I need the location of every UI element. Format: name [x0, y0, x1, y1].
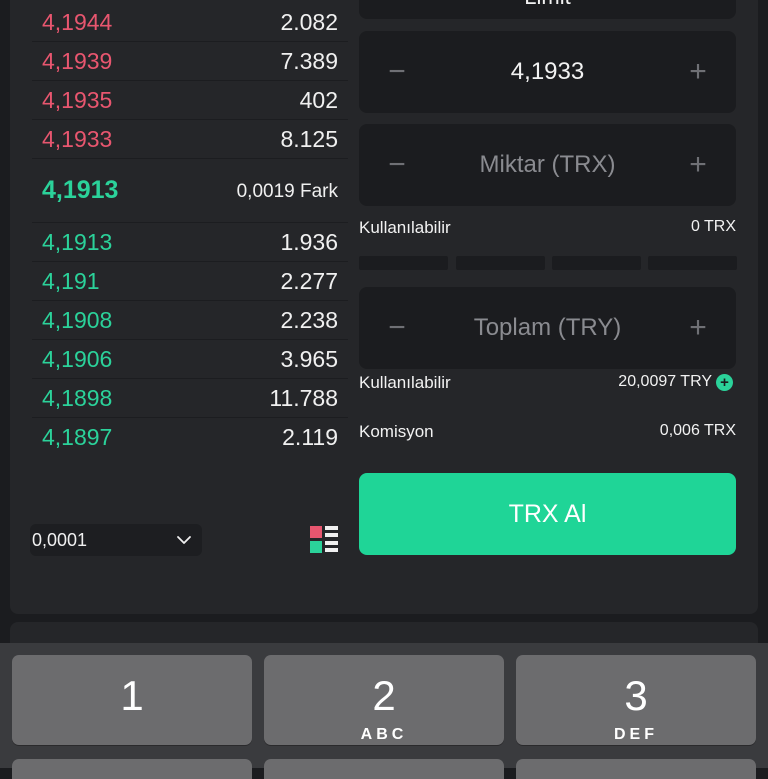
price-field[interactable]: − 4,1933 + [359, 31, 736, 113]
percent-slider-segment[interactable] [456, 256, 545, 270]
key-number: 2 [372, 672, 396, 719]
ask-row[interactable]: 4,1939 7.389 [32, 41, 348, 81]
chevron-down-icon [177, 536, 191, 544]
available-trx-value: 0 TRX [690, 218, 736, 235]
bid-amount: 2.277 [280, 268, 338, 294]
amount-field[interactable]: − Miktar (TRX) + [359, 124, 736, 206]
bid-price: 4,1897 [42, 424, 113, 450]
bid-row[interactable]: 4,1906 3.965 [32, 339, 348, 379]
price-increment-button[interactable]: + [668, 31, 728, 113]
key-6[interactable] [516, 759, 756, 779]
amount-decrement-button[interactable]: − [367, 124, 427, 206]
last-price-row: 4,1913 0,0019 Fark [32, 160, 348, 223]
available-trx-row: Kullanılabilir 0 TRX [359, 216, 736, 240]
ask-row[interactable]: 4,1933 8.125 [32, 119, 348, 159]
ask-row[interactable]: 4,1935 402 [32, 80, 348, 120]
commission-value: 0,006 TRX [659, 422, 736, 439]
key-1[interactable]: 1 [12, 655, 252, 745]
bid-amount: 1.936 [280, 229, 338, 255]
ask-amount: 7.389 [280, 48, 338, 74]
key-5[interactable] [264, 759, 504, 779]
bid-price: 4,1913 [42, 229, 113, 255]
price-input[interactable]: 4,1933 [439, 31, 656, 113]
bid-price: 4,1906 [42, 346, 113, 372]
total-field[interactable]: − Toplam (TRY) + [359, 287, 736, 369]
bid-row[interactable]: 4,191 2.277 [32, 261, 348, 301]
ask-amount: 402 [299, 87, 338, 113]
key-letters: ABC [360, 726, 408, 743]
order-type-label: Limit [359, 0, 736, 10]
amount-increment-button[interactable]: + [668, 124, 728, 206]
ask-amount: 2.082 [280, 9, 338, 35]
amount-input[interactable]: Miktar (TRX) [439, 124, 656, 206]
key-number: 1 [120, 672, 144, 719]
numeric-keyboard: 1 2 ABC 3 DEF [0, 643, 768, 779]
buy-button[interactable]: TRX Al [359, 473, 736, 555]
commission-row: Komisyon 0,006 TRX [359, 420, 736, 444]
price-step-dropdown[interactable]: 0,0001 [30, 524, 202, 556]
key-3[interactable]: 3 DEF [516, 655, 756, 745]
bid-amount: 2.119 [282, 424, 338, 450]
commission-label: Komisyon [359, 422, 434, 441]
available-label: Kullanılabilir [359, 373, 451, 392]
price-decrement-button[interactable]: − [367, 31, 427, 113]
ask-price: 4,1944 [42, 9, 113, 35]
available-label: Kullanılabilir [359, 218, 451, 237]
total-increment-button[interactable]: + [668, 287, 728, 369]
bid-row[interactable]: 4,1908 2.238 [32, 300, 348, 340]
percent-slider-segment[interactable] [359, 256, 448, 270]
bid-amount: 2.238 [280, 307, 338, 333]
bid-price: 4,1908 [42, 307, 113, 333]
bid-row[interactable]: 4,1897 2.119 [32, 417, 348, 456]
last-price: 4,1913 [42, 176, 119, 204]
ask-price: 4,1935 [42, 87, 113, 113]
key-4[interactable] [12, 759, 252, 779]
deposit-plus-icon[interactable]: + [716, 374, 733, 391]
key-2[interactable]: 2 ABC [264, 655, 504, 745]
available-try-value: 20,0097 TRY [618, 373, 712, 390]
bid-price: 4,1898 [42, 385, 113, 411]
key-number: 3 [624, 672, 648, 719]
order-type-select[interactable]: Limit [359, 0, 736, 19]
ask-price: 4,1933 [42, 126, 113, 152]
total-input[interactable]: Toplam (TRY) [439, 287, 656, 369]
percent-slider-segment[interactable] [552, 256, 641, 270]
bid-row[interactable]: 4,1913 1.936 [32, 222, 348, 262]
bid-amount: 3.965 [280, 346, 338, 372]
total-decrement-button[interactable]: − [367, 287, 427, 369]
percent-slider-segment[interactable] [648, 256, 737, 270]
ask-row[interactable]: 4,1944 2.082 [32, 2, 348, 42]
bid-row[interactable]: 4,1898 11.788 [32, 378, 348, 418]
orderbook-layout-icon[interactable] [310, 526, 338, 554]
available-try-row: Kullanılabilir 20,0097 TRY + [359, 371, 736, 395]
spread-value: 0,0019 Fark [236, 181, 338, 202]
bid-amount: 11.788 [269, 385, 338, 411]
key-letters: DEF [614, 726, 658, 743]
ask-price: 4,1939 [42, 48, 113, 74]
ask-amount: 8.125 [280, 126, 338, 152]
bid-price: 4,191 [42, 268, 100, 294]
price-step-value: 0,0001 [32, 530, 88, 550]
